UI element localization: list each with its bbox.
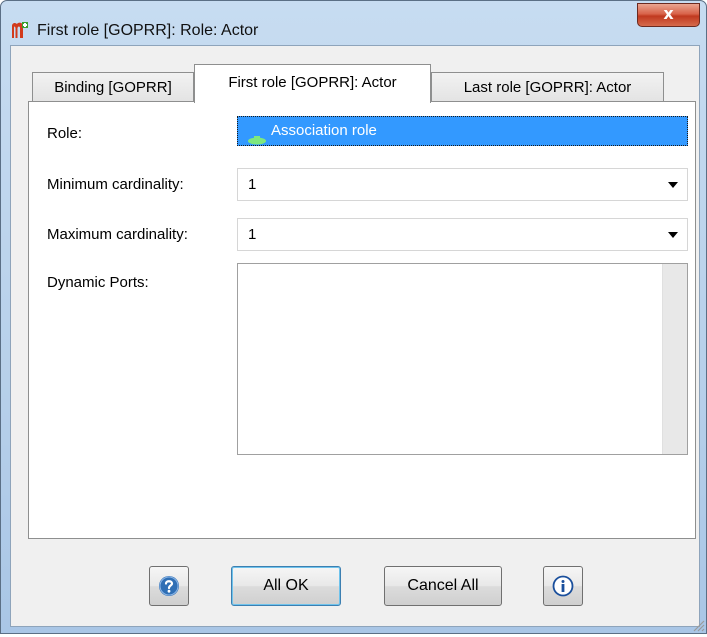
tab-binding[interactable]: Binding [GOPRR] — [32, 72, 194, 102]
info-button[interactable] — [543, 566, 583, 606]
scrollbar[interactable] — [662, 264, 687, 454]
tab-last-role[interactable]: Last role [GOPRR]: Actor — [431, 72, 664, 102]
association-role-icon — [247, 127, 267, 145]
title-bar[interactable]: First role [GOPRR]: Role: Actor x — [1, 1, 706, 41]
min-cardinality-select[interactable]: 1 — [237, 168, 688, 201]
button-label: Cancel All — [407, 577, 479, 594]
help-button[interactable] — [149, 566, 189, 606]
all-ok-button[interactable]: All OK — [231, 566, 341, 606]
role-value: Association role — [271, 122, 377, 139]
min-cardinality-value: 1 — [248, 176, 257, 193]
max-cardinality-label: Maximum cardinality: — [47, 226, 188, 243]
close-button[interactable]: x — [637, 3, 700, 27]
dynamic-ports-list[interactable] — [237, 263, 688, 455]
resize-grip-icon[interactable] — [691, 618, 705, 632]
max-cardinality-value: 1 — [248, 226, 257, 243]
window-title: First role [GOPRR]: Role: Actor — [37, 22, 259, 39]
cancel-all-button[interactable]: Cancel All — [384, 566, 502, 606]
dynamic-ports-label: Dynamic Ports: — [47, 274, 149, 291]
min-cardinality-label: Minimum cardinality: — [47, 176, 184, 193]
chevron-down-icon — [668, 182, 678, 188]
chevron-down-icon — [668, 232, 678, 238]
question-icon — [158, 576, 180, 601]
tab-label: First role [GOPRR]: Actor — [228, 74, 397, 91]
max-cardinality-select[interactable]: 1 — [237, 218, 688, 251]
info-icon — [552, 575, 574, 601]
tab-label: Last role [GOPRR]: Actor — [463, 79, 632, 96]
tab-label: Binding [GOPRR] — [54, 79, 172, 96]
tab-first-role[interactable]: First role [GOPRR]: Actor — [194, 64, 431, 103]
app-logo-icon — [11, 21, 29, 39]
button-label: All OK — [263, 577, 309, 594]
role-label: Role: — [47, 125, 83, 142]
role-field[interactable]: Association role — [237, 116, 688, 146]
